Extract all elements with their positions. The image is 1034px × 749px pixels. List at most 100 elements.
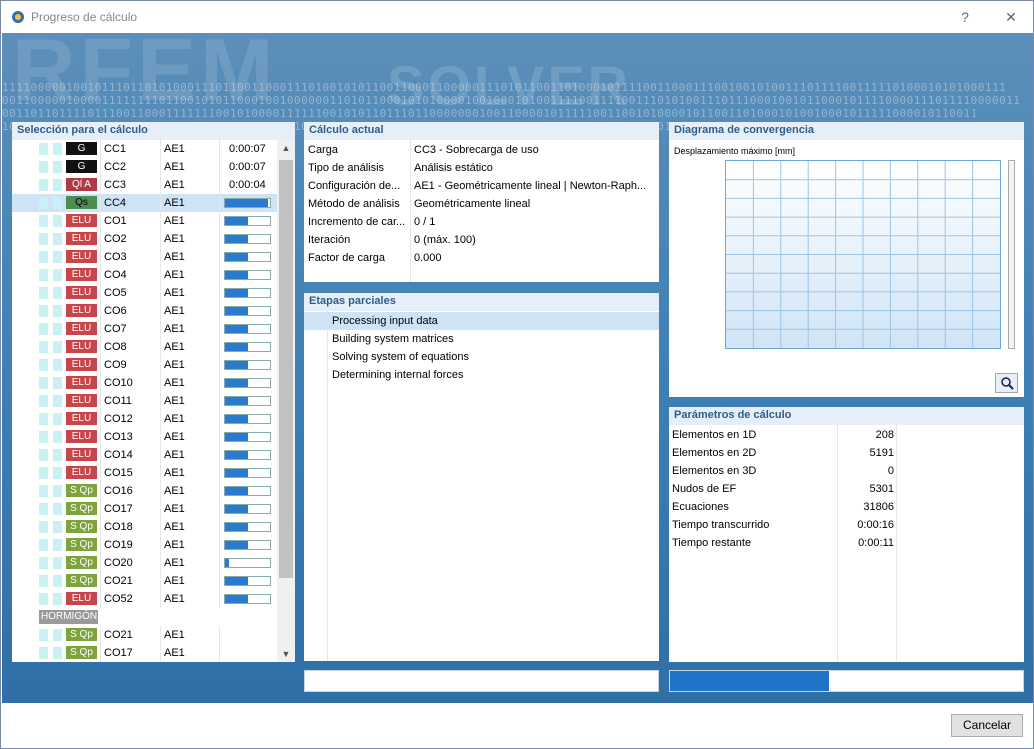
list-item[interactable]: S Qp CO19 AE1 [12,536,277,554]
row-checkbox[interactable] [53,251,62,263]
row-checkbox[interactable] [53,575,62,587]
list-item[interactable]: Qs CC4 AE1 [12,194,277,212]
row-checkbox[interactable] [39,197,48,209]
row-checkbox[interactable] [39,215,48,227]
list-item[interactable]: ELU CO6 AE1 [12,302,277,320]
row-checkbox[interactable] [53,521,62,533]
convergence-scrollbar[interactable] [1008,160,1015,349]
row-checkbox[interactable] [39,539,48,551]
list-item[interactable]: ELU CO1 AE1 [12,212,277,230]
row-checkbox[interactable] [39,341,48,353]
list-item[interactable]: S Qp CO17 AE1 [12,500,277,518]
row-checkbox[interactable] [39,503,48,515]
row-checkbox[interactable] [39,431,48,443]
row-checkbox[interactable] [39,161,48,173]
row-checkbox[interactable] [53,197,62,209]
row-checkbox[interactable] [53,179,62,191]
row-checkbox[interactable] [39,179,48,191]
row-checkbox[interactable] [39,575,48,587]
row-checkbox[interactable] [39,269,48,281]
row-checkbox[interactable] [39,377,48,389]
row-checkbox[interactable] [39,143,48,155]
list-item[interactable]: G CC2 AE1 0:00:07 [12,158,277,176]
list-item[interactable]: ELU CO8 AE1 [12,338,277,356]
row-checkbox[interactable] [53,449,62,461]
row-checkbox[interactable] [39,593,48,605]
list-item[interactable]: ELU CO5 AE1 [12,284,277,302]
list-item[interactable]: S Qp CO20 AE1 [12,554,277,572]
list-item[interactable]: G CC1 AE1 0:00:07 [12,140,277,158]
row-checkbox[interactable] [53,341,62,353]
parameter-label: Tiempo restante [672,537,752,549]
list-item[interactable]: S Qp CO21 AE1 [12,626,277,644]
row-checkbox[interactable] [53,593,62,605]
list-item[interactable]: ELU CO15 AE1 [12,464,277,482]
help-button[interactable]: ? [951,6,979,28]
row-checkbox[interactable] [53,503,62,515]
row-checkbox[interactable] [39,305,48,317]
list-item[interactable]: ELU CO14 AE1 [12,446,277,464]
row-checkbox[interactable] [39,647,48,659]
row-checkbox[interactable] [39,557,48,569]
list-item[interactable]: ELU CO9 AE1 [12,356,277,374]
list-item[interactable]: Ql A CC3 AE1 0:00:04 [12,176,277,194]
row-checkbox[interactable] [53,323,62,335]
list-item[interactable]: S Qp CO17 AE1 [12,644,277,662]
cancel-button[interactable]: Cancelar [951,714,1023,737]
column-divider [100,536,101,554]
list-item[interactable]: ELU CO7 AE1 [12,320,277,338]
row-checkbox[interactable] [39,287,48,299]
row-checkbox[interactable] [53,467,62,479]
overall-progress-bar [669,670,1024,692]
row-checkbox[interactable] [53,413,62,425]
list-item[interactable]: ELU CO4 AE1 [12,266,277,284]
row-checkbox[interactable] [53,557,62,569]
zoom-button[interactable] [995,373,1018,393]
convergence-axis-label: Desplazamiento máximo [mm] [674,146,796,156]
row-checkbox[interactable] [39,629,48,641]
load-case-list[interactable]: G CC1 AE1 0:00:07 G CC2 AE1 0:00:07 Ql A CC3 AE1 0:… [12,140,277,662]
row-checkbox[interactable] [53,485,62,497]
scroll-up-icon[interactable]: ▲ [277,140,295,156]
group-row[interactable]: HORMIGÓN [12,608,277,626]
list-scrollbar[interactable]: ▲ ▼ [277,140,295,662]
row-checkbox[interactable] [39,359,48,371]
row-checkbox[interactable] [53,305,62,317]
list-item[interactable]: ELU CO13 AE1 [12,428,277,446]
row-checkbox[interactable] [53,377,62,389]
row-checkbox[interactable] [53,233,62,245]
row-checkbox[interactable] [39,251,48,263]
list-item[interactable]: S Qp CO16 AE1 [12,482,277,500]
row-checkbox[interactable] [53,269,62,281]
row-checkbox[interactable] [53,215,62,227]
list-item[interactable]: ELU CO12 AE1 [12,410,277,428]
list-item[interactable]: ELU CO52 AE1 [12,590,277,608]
list-item[interactable]: ELU CO10 AE1 [12,374,277,392]
close-button[interactable]: ✕ [997,6,1025,28]
row-checkbox[interactable] [53,539,62,551]
column-divider [160,320,161,338]
row-checkbox[interactable] [39,449,48,461]
list-item[interactable]: ELU CO2 AE1 [12,230,277,248]
row-checkbox[interactable] [39,485,48,497]
scrollbar-thumb[interactable] [279,160,293,578]
row-checkbox[interactable] [39,395,48,407]
row-checkbox[interactable] [53,629,62,641]
row-checkbox[interactable] [53,359,62,371]
list-item[interactable]: ELU CO11 AE1 [12,392,277,410]
row-checkbox[interactable] [39,521,48,533]
row-checkbox[interactable] [53,431,62,443]
row-checkbox[interactable] [53,161,62,173]
row-checkbox[interactable] [39,467,48,479]
list-item[interactable]: S Qp CO18 AE1 [12,518,277,536]
row-checkbox[interactable] [53,143,62,155]
row-checkbox[interactable] [53,647,62,659]
row-checkbox[interactable] [53,395,62,407]
row-checkbox[interactable] [39,323,48,335]
row-checkbox[interactable] [39,233,48,245]
list-item[interactable]: ELU CO3 AE1 [12,248,277,266]
row-checkbox[interactable] [53,287,62,299]
list-item[interactable]: S Qp CO21 AE1 [12,572,277,590]
row-checkbox[interactable] [39,413,48,425]
scroll-down-icon[interactable]: ▼ [277,646,295,662]
